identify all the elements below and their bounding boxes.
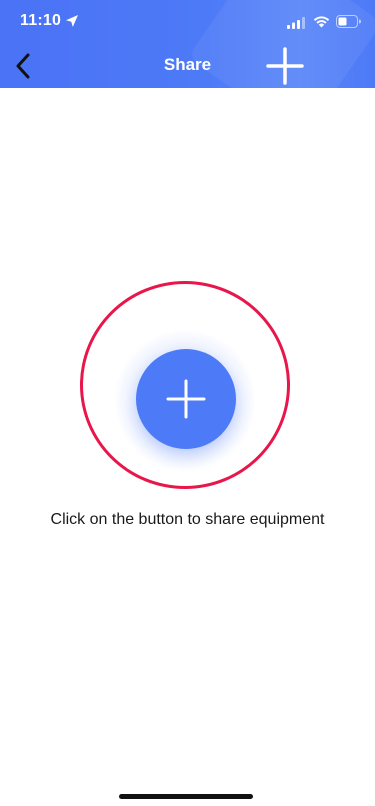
page-title: Share <box>163 55 212 74</box>
status-time: 11:10 <box>20 12 62 29</box>
share-hint-text: Click on the button to share equipment <box>50 511 325 528</box>
empty-state: Click on the button to share equipment <box>0 88 375 806</box>
home-indicator <box>119 794 253 799</box>
header: 11:10 Share <box>0 0 375 88</box>
status-bar: 11:10 <box>0 0 375 44</box>
plus-icon <box>166 379 206 419</box>
nav-bar: Share <box>0 44 375 88</box>
plus-icon <box>266 47 304 85</box>
signal-icon <box>287 16 306 29</box>
battery-icon <box>336 15 361 28</box>
add-share-button-top[interactable] <box>262 45 308 87</box>
wifi-icon <box>313 15 330 28</box>
location-arrow-icon <box>65 14 79 28</box>
share-equipment-button[interactable] <box>136 349 236 449</box>
